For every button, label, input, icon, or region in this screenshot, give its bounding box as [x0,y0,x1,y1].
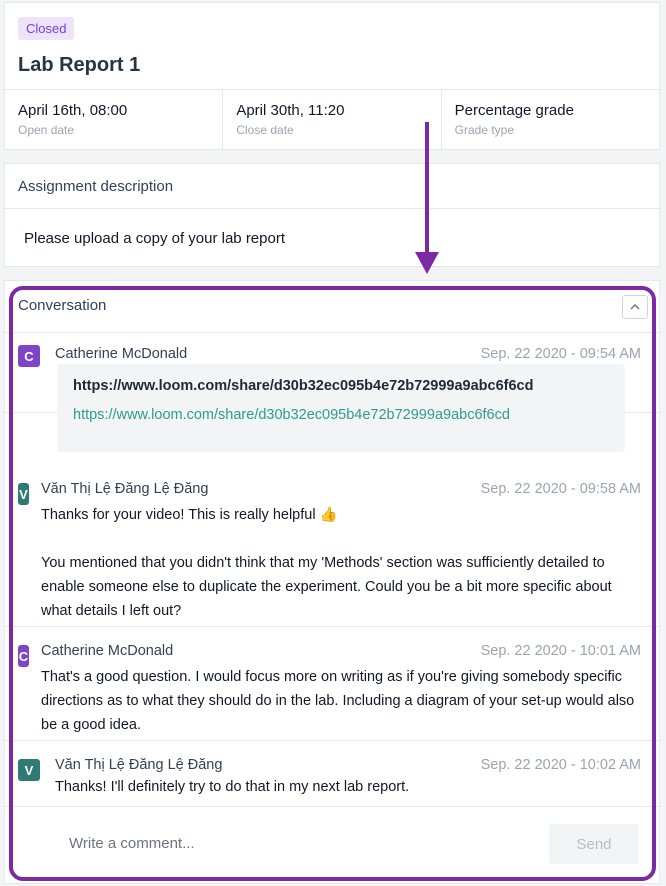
status-badge: Closed [18,17,75,40]
description-body: Please upload a copy of your lab report [24,230,285,247]
assignment-meta-row: April 16th, 08:00 Open date April 30th, … [5,89,659,151]
grade-type-value: Percentage grade [454,102,574,119]
description-title: Assignment description [5,164,659,209]
assignment-header-card: Closed Lab Report 1 April 16th, 08:00 Op… [4,2,660,151]
comment-item: C Catherine McDonald Sep. 22 2020 - 09:5… [5,281,659,452]
comment-input[interactable] [69,835,469,852]
conversation-card: Conversation C Catherine McDonald Sep. 2… [4,280,660,884]
close-date-label: Close date [236,123,294,137]
comment-timestamp: Sep. 22 2020 - 10:02 AM [480,757,641,773]
assignment-description-card: Assignment description Please upload a c… [4,163,660,267]
open-date-value: April 16th, 08:00 [18,102,128,119]
link-preview-url[interactable]: https://www.loom.com/share/d30b32ec095b4… [73,407,609,423]
grade-type-cell: Percentage grade Grade type [442,90,659,151]
link-preview-title: https://www.loom.com/share/d30b32ec095b4… [73,378,534,394]
close-date-cell: April 30th, 11:20 Close date [223,90,442,151]
avatar: V [18,759,40,781]
comment-body: Thanks for your video! This is really he… [41,503,641,623]
comment-item: V Văn Thị Lệ Đăng Lệ Đăng Sep. 22 2020 -… [5,741,659,807]
open-date-cell: April 16th, 08:00 Open date [5,90,224,151]
open-date-label: Open date [18,123,75,137]
comment-timestamp: Sep. 22 2020 - 09:58 AM [480,481,641,497]
comment-composer: Send [5,807,659,873]
avatar: C [18,345,40,367]
comment-body-line: You mentioned that you didn't think that… [41,555,612,619]
comment-item: C Catherine McDonald Sep. 22 2020 - 10:0… [5,627,659,741]
comment-author: Văn Thị Lệ Đăng Lệ Đăng [41,481,209,497]
comment-author: Văn Thị Lệ Đăng Lệ Đăng [55,757,223,773]
link-preview[interactable]: https://www.loom.com/share/d30b32ec095b4… [57,364,625,452]
comment-author: Catherine McDonald [55,346,188,362]
comment-body-line: Thanks for your video! This is really he… [41,507,338,523]
comment-item: V Văn Thị Lệ Đăng Lệ Đăng Sep. 22 2020 -… [5,465,659,627]
grade-type-label: Grade type [454,123,515,137]
close-date-value: April 30th, 11:20 [236,102,345,119]
comment-body: That's a good question. I would focus mo… [41,669,635,733]
comment-timestamp: Sep. 22 2020 - 09:54 AM [480,346,641,362]
comment-author: Catherine McDonald [41,643,174,659]
avatar: V [18,483,29,505]
avatar: C [18,645,29,667]
comment-body: Thanks! I'll definitely try to do that i… [55,779,410,795]
comment-timestamp: Sep. 22 2020 - 10:01 AM [480,643,641,659]
page-title: Lab Report 1 [18,54,141,76]
send-button[interactable]: Send [549,824,639,864]
